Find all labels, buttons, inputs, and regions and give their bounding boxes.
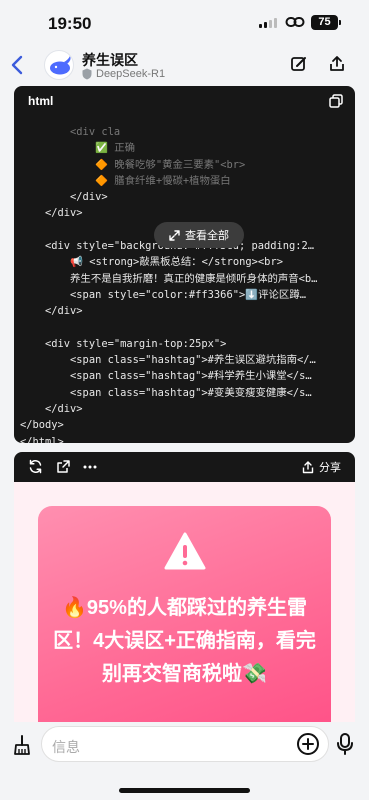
status-time: 19:50 <box>48 14 92 33</box>
expand-all-label: 查看全部 <box>185 230 229 242</box>
code-line: <span class="hashtag">#科学养生小课堂</s… <box>20 370 312 383</box>
share-label: 分享 <box>319 462 341 474</box>
preview-banner: 🔥95%的人都踩过的养生雷区！4大误区+正确指南，看完别再交智商税啦💸 <box>38 506 331 732</box>
code-line: 养生不是自我折磨！真正的健康是倾听身体的声音<b… <box>20 272 318 285</box>
code-block-header: html <box>14 86 355 116</box>
code-line: </html> <box>20 435 64 443</box>
add-icon[interactable] <box>296 732 320 756</box>
expand-icon <box>169 229 180 241</box>
code-line: </div> <box>20 305 83 318</box>
code-line: <span class="hashtag">#养生误区避坑指南</… <box>20 354 316 367</box>
message-input[interactable]: 信息 <box>41 726 329 762</box>
preview-toolbar: 分享 <box>14 452 355 482</box>
code-line: </div> <box>20 207 83 220</box>
code-line: <span style="color:#ff3366">⬇️评论区蹲… <box>20 288 306 301</box>
link-icon <box>285 17 305 27</box>
warning-icon <box>164 532 206 570</box>
open-external-icon[interactable] <box>56 459 71 474</box>
code-content: <div cla ✅ 正确 🔶 晚餐吃够"黄金三要素"<br> 🔶 膳食纤维+慢… <box>20 124 351 443</box>
code-line: 📢 <strong>敲黑板总结：</strong><br> <box>20 256 283 269</box>
composer-bar: 信息 <box>0 722 369 768</box>
preview-card: 分享 🔥95%的人都踩过的养生雷区！4大误区+正确指南，看完别再交智商税啦💸 <box>14 452 355 732</box>
share-icon[interactable] <box>328 55 346 73</box>
shield-icon <box>82 68 92 80</box>
model-name: DeepSeek-R1 <box>96 68 166 80</box>
model-label: DeepSeek-R1 <box>82 68 165 80</box>
copy-icon[interactable] <box>329 94 343 108</box>
deepseek-avatar <box>44 50 74 80</box>
code-line: 🔶 晚餐吃够"黄金三要素"<br> <box>20 158 246 171</box>
code-line: </div> <box>20 403 83 416</box>
broom-icon[interactable] <box>11 734 31 756</box>
share-button[interactable]: 分享 <box>302 459 341 475</box>
edit-icon[interactable] <box>290 55 308 73</box>
refresh-icon[interactable] <box>28 459 43 474</box>
message-placeholder: 信息 <box>52 739 80 755</box>
home-indicator <box>119 788 250 793</box>
share-icon <box>302 460 314 473</box>
code-line: <div style="margin-top:25px"> <box>20 337 227 350</box>
code-line: ✅ 正确 <box>20 142 136 155</box>
microphone-icon[interactable] <box>336 733 354 755</box>
status-bar: 19:50 75 <box>0 0 369 44</box>
code-line: <span class="hashtag">#变美变瘦变健康</s… <box>20 386 312 399</box>
code-line: <div cla <box>20 126 121 138</box>
code-line: 🔶 膳食纤维+慢碳+植物蛋白 <box>20 174 231 187</box>
chat-title: 养生误区 <box>82 52 138 68</box>
back-chevron-icon[interactable] <box>8 53 28 77</box>
code-block: html <div cla ✅ 正确 🔶 晚餐吃够"黄金三要素"<br> 🔶 膳… <box>14 86 355 443</box>
code-language: html <box>28 94 54 108</box>
expand-all-button[interactable]: 查看全部 <box>154 222 244 248</box>
chat-header: 养生误区 DeepSeek-R1 <box>0 44 369 86</box>
code-line: </div> <box>20 191 108 204</box>
battery-indicator: 75 <box>311 15 341 30</box>
preview-body: 🔥95%的人都踩过的养生雷区！4大误区+正确指南，看完别再交智商税啦💸 <box>14 482 355 732</box>
code-line: </body> <box>20 419 64 432</box>
signal-icon <box>259 18 277 28</box>
more-icon[interactable] <box>83 465 97 469</box>
preview-headline: 🔥95%的人都踩过的养生雷区！4大误区+正确指南，看完别再交智商税啦💸 <box>53 597 316 685</box>
